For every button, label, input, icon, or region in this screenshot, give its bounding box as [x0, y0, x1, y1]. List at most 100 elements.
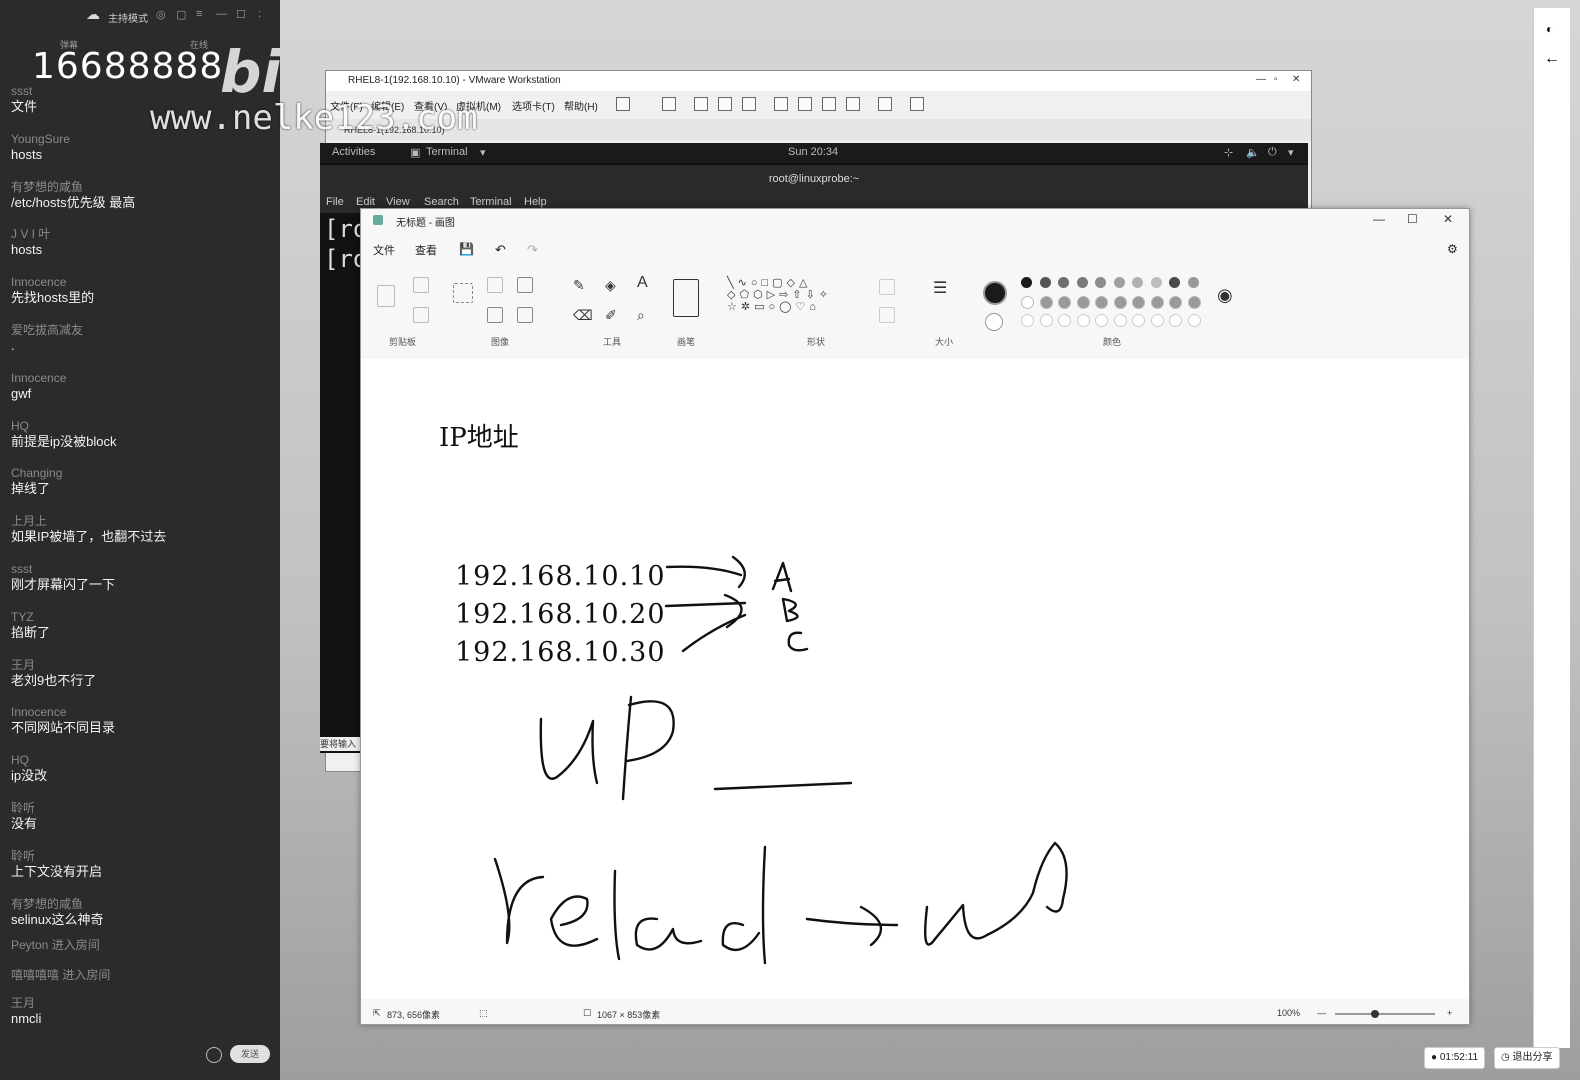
close-icon[interactable]: ✕: [1443, 212, 1453, 226]
menu-help[interactable]: 帮助(H): [564, 98, 598, 113]
color-swatch[interactable]: [1058, 314, 1071, 327]
close-icon[interactable]: :: [258, 8, 261, 20]
power-icon[interactable]: ⏻: [1268, 146, 1277, 159]
snapshot-icon[interactable]: [694, 97, 708, 111]
color-swatch[interactable]: [1132, 314, 1145, 327]
app-icon[interactable]: ◐: [1546, 22, 1553, 36]
unity-icon[interactable]: [846, 97, 860, 111]
color-swatch[interactable]: [1187, 277, 1199, 288]
maximize-icon[interactable]: ▫: [1274, 74, 1278, 85]
color-swatch[interactable]: [1021, 277, 1032, 288]
redo-icon[interactable]: ↷: [527, 242, 538, 258]
settings-icon[interactable]: ⚙: [1447, 242, 1458, 256]
library-icon[interactable]: [774, 97, 788, 111]
network-icon[interactable]: ⊹: [1224, 146, 1233, 159]
back-arrow-icon[interactable]: ←: [1544, 50, 1560, 68]
color-swatch[interactable]: [1095, 277, 1106, 288]
color-swatch[interactable]: [1095, 314, 1108, 327]
save-icon[interactable]: 💾: [459, 242, 474, 256]
color-swatch[interactable]: [1058, 277, 1069, 288]
magnifier-icon[interactable]: ⌕: [637, 308, 645, 322]
close-icon[interactable]: ✕: [1292, 74, 1300, 85]
color-swatch[interactable]: [1169, 314, 1182, 327]
zoom-slider[interactable]: [1335, 1010, 1435, 1018]
color-swatch[interactable]: [1113, 277, 1125, 288]
window-icon[interactable]: ▢: [176, 8, 186, 21]
color-swatch[interactable]: [1021, 295, 1034, 309]
terminal-menu-search[interactable]: Search: [424, 196, 459, 208]
maximize-icon[interactable]: ☐: [1407, 212, 1418, 226]
thumbnail-icon[interactable]: [798, 97, 812, 111]
color1-swatch[interactable]: [983, 281, 1007, 305]
menu-tabs[interactable]: 选项卡(T): [512, 98, 555, 113]
zoom-out-icon[interactable]: —: [1317, 1008, 1326, 1018]
terminal-menu-edit[interactable]: Edit: [356, 196, 375, 208]
menu-view[interactable]: 查看: [415, 242, 437, 258]
fill-style-icon[interactable]: [879, 307, 895, 323]
terminal-app-menu[interactable]: Terminal: [426, 146, 468, 158]
maximize-icon[interactable]: ☐: [236, 8, 246, 21]
terminal-menu-view[interactable]: View: [386, 196, 410, 208]
outline-icon[interactable]: [879, 279, 895, 295]
terminal-menu-terminal[interactable]: Terminal: [470, 196, 512, 208]
manage-snapshots-icon[interactable]: [742, 97, 756, 111]
color-swatch[interactable]: [1039, 295, 1053, 309]
activities-button[interactable]: Activities: [332, 146, 375, 158]
color-swatch[interactable]: [1021, 314, 1034, 327]
rotate-icon[interactable]: [517, 307, 533, 323]
color-swatch[interactable]: [1150, 314, 1164, 327]
terminal-menu-file[interactable]: File: [326, 196, 344, 208]
drawing-canvas[interactable]: IP地址 192.168.10.10 192.168.10.20 192.168…: [361, 359, 1469, 999]
color-swatch[interactable]: [1169, 277, 1180, 288]
volume-icon[interactable]: 🔈: [1246, 146, 1260, 159]
crop-icon[interactable]: [487, 277, 503, 293]
select-icon[interactable]: [453, 283, 473, 303]
pencil-icon[interactable]: ✎: [573, 278, 585, 292]
pause-icon[interactable]: [616, 97, 630, 111]
console-icon[interactable]: [878, 97, 892, 111]
color-swatch[interactable]: [1187, 295, 1201, 309]
chevron-down-icon[interactable]: ▾: [1288, 146, 1294, 159]
undo-icon[interactable]: ↶: [495, 242, 506, 258]
zoom-in-icon[interactable]: +: [1447, 1008, 1452, 1018]
minimize-icon[interactable]: —: [216, 8, 227, 20]
image-select-icon[interactable]: [487, 307, 503, 323]
settings-icon[interactable]: ◎: [156, 8, 166, 21]
restore-snapshot-icon[interactable]: [718, 97, 732, 111]
size-icon[interactable]: ☰: [933, 281, 947, 297]
brush-icon[interactable]: [673, 279, 699, 317]
color-swatch[interactable]: [1132, 295, 1145, 309]
menu-file[interactable]: 文件: [373, 242, 395, 258]
color-swatch[interactable]: [1150, 277, 1162, 288]
color-swatch[interactable]: [1076, 314, 1090, 327]
color-swatch[interactable]: [1113, 314, 1127, 327]
fill-icon[interactable]: ◈: [605, 278, 616, 292]
color-swatch[interactable]: [1169, 295, 1182, 309]
minimize-icon[interactable]: —: [1373, 212, 1385, 226]
eraser-icon[interactable]: ⌫: [573, 308, 593, 322]
color-picker-icon[interactable]: ✐: [605, 308, 617, 322]
color-swatch[interactable]: [1039, 277, 1051, 288]
zoom-slider-thumb[interactable]: [1371, 1010, 1379, 1018]
copy-icon[interactable]: [413, 307, 429, 323]
text-icon[interactable]: A: [637, 275, 648, 291]
stop-sharing-button[interactable]: ◷ 退出分享: [1494, 1047, 1560, 1069]
color-swatch[interactable]: [1132, 277, 1143, 288]
color-swatch[interactable]: [1187, 314, 1201, 327]
send-keys-icon[interactable]: [662, 97, 676, 111]
color-swatch[interactable]: [1076, 295, 1090, 309]
color-swatch[interactable]: [1039, 314, 1053, 327]
stretch-icon[interactable]: [910, 97, 924, 111]
edit-colors-icon[interactable]: ◉: [1217, 286, 1233, 304]
resize-icon[interactable]: [517, 277, 533, 293]
color-swatch[interactable]: [1058, 295, 1071, 309]
clock[interactable]: Sun 20:34: [788, 146, 838, 158]
shapes-gallery[interactable]: ╲∿○□▢◇△ ◇⬠⬡▷⇨⇧⇩✧ ☆✲▭○◯♡⌂: [727, 277, 857, 313]
paste-icon[interactable]: [377, 285, 395, 307]
menu-icon[interactable]: ≡: [196, 8, 202, 20]
color-swatch[interactable]: [1076, 277, 1088, 288]
cut-icon[interactable]: [413, 277, 429, 293]
color-swatch[interactable]: [1113, 295, 1127, 309]
color2-swatch[interactable]: [985, 313, 1003, 331]
send-button[interactable]: 发送: [230, 1045, 270, 1063]
